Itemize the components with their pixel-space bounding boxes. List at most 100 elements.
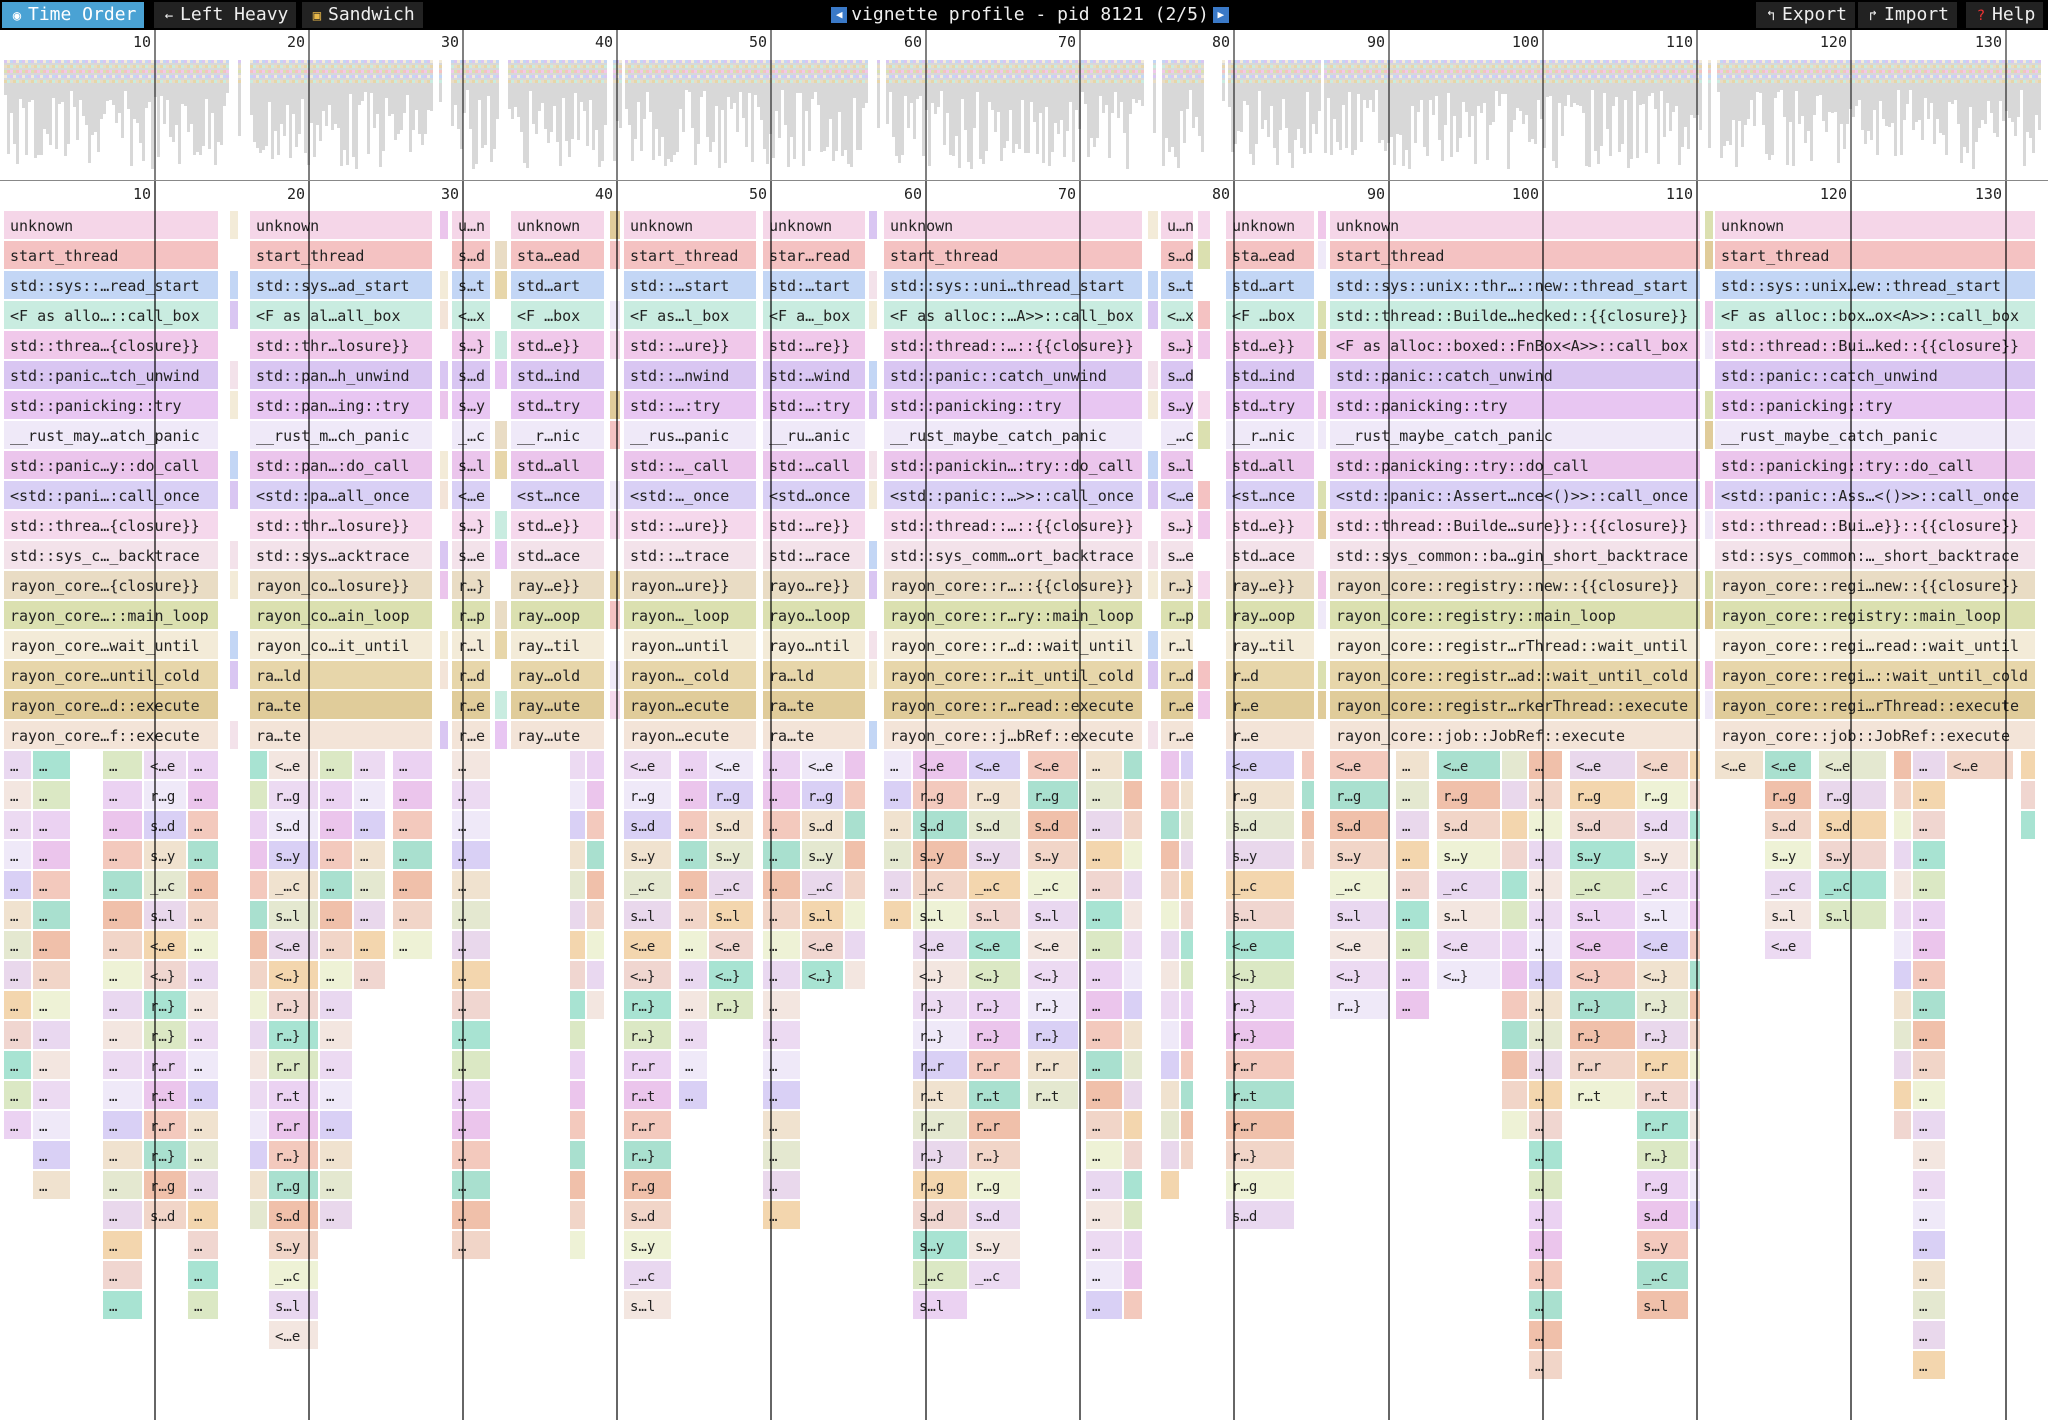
- frame[interactable]: [495, 421, 507, 449]
- frame[interactable]: [188, 781, 218, 809]
- flame-chart-canvas[interactable]: 102030405060708090100110120130unknownsta…: [0, 181, 2048, 1420]
- frame[interactable]: [869, 571, 877, 599]
- frame[interactable]: [1148, 391, 1158, 419]
- frame[interactable]: [440, 211, 448, 239]
- frame[interactable]: [869, 541, 877, 569]
- minimap-canvas[interactable]: 102030405060708090100110120130: [0, 30, 2048, 180]
- frame[interactable]: [610, 601, 620, 629]
- frame[interactable]: [1198, 301, 1210, 329]
- frame[interactable]: [845, 931, 865, 959]
- frame[interactable]: [1318, 391, 1326, 419]
- frame[interactable]: [1148, 301, 1158, 329]
- frame[interactable]: [570, 961, 585, 989]
- frame[interactable]: [570, 1021, 585, 1049]
- frame[interactable]: [610, 691, 620, 719]
- frame[interactable]: [250, 1021, 267, 1049]
- frame[interactable]: [570, 751, 585, 779]
- frame[interactable]: [354, 811, 385, 839]
- frame[interactable]: [188, 931, 218, 959]
- frame[interactable]: [869, 211, 877, 239]
- frame[interactable]: [354, 871, 385, 899]
- frame[interactable]: [495, 361, 507, 389]
- frame[interactable]: [250, 1141, 267, 1169]
- frame[interactable]: [1198, 571, 1210, 599]
- frame[interactable]: [1705, 691, 1713, 719]
- frame[interactable]: [495, 541, 507, 569]
- frame[interactable]: [188, 1231, 218, 1259]
- frame[interactable]: [869, 271, 877, 299]
- frame[interactable]: [570, 1201, 585, 1229]
- frame[interactable]: [570, 1171, 585, 1199]
- import-button[interactable]: ↱Import: [1858, 2, 1957, 28]
- frame[interactable]: [440, 481, 448, 509]
- frame[interactable]: [1198, 241, 1210, 269]
- frame[interactable]: [1198, 661, 1210, 689]
- frame[interactable]: [320, 1141, 352, 1169]
- frame[interactable]: [250, 841, 267, 869]
- frame[interactable]: [320, 1051, 352, 1079]
- frame[interactable]: [1318, 211, 1326, 239]
- frame[interactable]: [320, 781, 352, 809]
- frame[interactable]: [495, 331, 507, 359]
- frame[interactable]: [495, 271, 507, 299]
- frame[interactable]: [320, 811, 352, 839]
- frame[interactable]: [1705, 331, 1713, 359]
- frame[interactable]: [570, 1231, 585, 1259]
- export-button[interactable]: ↰Export: [1756, 2, 1855, 28]
- frame[interactable]: [1705, 241, 1713, 269]
- frame[interactable]: [610, 421, 620, 449]
- frame[interactable]: [250, 811, 267, 839]
- frame[interactable]: [610, 661, 620, 689]
- frame[interactable]: [250, 961, 267, 989]
- frame[interactable]: [1318, 301, 1326, 329]
- frame[interactable]: [570, 781, 585, 809]
- frame[interactable]: [188, 901, 218, 929]
- frame[interactable]: [188, 991, 218, 1019]
- frame[interactable]: [188, 871, 218, 899]
- frame[interactable]: [610, 241, 620, 269]
- frame[interactable]: [354, 751, 385, 779]
- frame[interactable]: [320, 1081, 352, 1109]
- frame[interactable]: [320, 871, 352, 899]
- frame[interactable]: [587, 961, 604, 989]
- frame[interactable]: [1198, 421, 1210, 449]
- frame[interactable]: [188, 1021, 218, 1049]
- frame[interactable]: [250, 991, 267, 1019]
- frame[interactable]: [320, 991, 352, 1019]
- frame[interactable]: [440, 631, 448, 659]
- frame[interactable]: [495, 601, 507, 629]
- frame[interactable]: [869, 661, 877, 689]
- frame[interactable]: [1705, 571, 1713, 599]
- frame[interactable]: [1318, 421, 1326, 449]
- frame[interactable]: [440, 271, 448, 299]
- frame[interactable]: [495, 451, 507, 479]
- frame[interactable]: [845, 781, 865, 809]
- frame[interactable]: [1198, 511, 1210, 539]
- frame[interactable]: [250, 901, 267, 929]
- frame[interactable]: [1148, 631, 1158, 659]
- frame[interactable]: [188, 1201, 218, 1229]
- frame[interactable]: [250, 1111, 267, 1139]
- frame[interactable]: [587, 871, 604, 899]
- frame[interactable]: [610, 481, 620, 509]
- frame[interactable]: [570, 841, 585, 869]
- frame[interactable]: [845, 871, 865, 899]
- frame[interactable]: [230, 541, 238, 569]
- frame[interactable]: [587, 931, 604, 959]
- frame[interactable]: [188, 1051, 218, 1079]
- left-arrow-icon[interactable]: ◀: [831, 7, 847, 23]
- frame[interactable]: [250, 1081, 267, 1109]
- frame[interactable]: [610, 211, 620, 239]
- frame[interactable]: [440, 721, 448, 749]
- frame[interactable]: [320, 961, 352, 989]
- frame[interactable]: [1198, 481, 1210, 509]
- frame[interactable]: [354, 961, 385, 989]
- frame[interactable]: [1148, 481, 1158, 509]
- frame[interactable]: [845, 811, 865, 839]
- frame[interactable]: [320, 841, 352, 869]
- frame[interactable]: [1318, 481, 1326, 509]
- frame[interactable]: [250, 781, 267, 809]
- frame[interactable]: [610, 571, 620, 599]
- frame[interactable]: [495, 511, 507, 539]
- frame[interactable]: [1318, 331, 1326, 359]
